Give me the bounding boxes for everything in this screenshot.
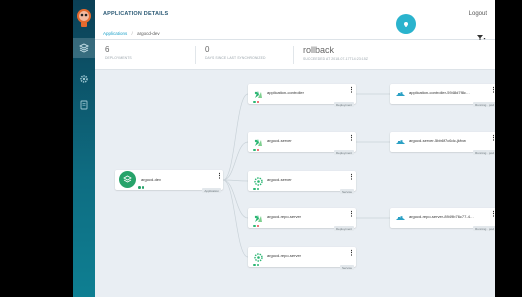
kebab-menu-icon[interactable]: ⋮ [348, 211, 355, 218]
divider [195, 46, 196, 64]
main-content: APPLICATION DETAILS Applications / argoc… [95, 0, 495, 297]
gear-icon [80, 75, 88, 83]
deployment-icon [253, 87, 264, 98]
status-dot [253, 148, 256, 151]
resource-kind-tag: Deployment [333, 150, 354, 155]
tree-edge [222, 179, 249, 219]
service-icon [253, 174, 264, 186]
sidebar-item-help[interactable] [77, 98, 91, 112]
deployments-stat: 6 DEPLOYMENTS [105, 45, 132, 60]
resource-status-icons [253, 187, 259, 190]
divider [293, 46, 294, 64]
sync-button[interactable] [396, 14, 416, 34]
layers-icon [79, 43, 89, 53]
deployment-icon [253, 135, 264, 146]
status-dot [256, 148, 259, 151]
pod-node[interactable]: application-controller-5948d7f8c… ⋮ Runnin… [390, 84, 495, 107]
status-dot [253, 263, 256, 266]
resource-status-icons [253, 148, 259, 151]
status-bar: 6 DEPLOYMENTS 0 DAYS SINCE LAST SYNCHRON… [95, 40, 495, 70]
operation-stat: rollback SUCCEEDED AT 2018-07-17T14:23:1… [303, 45, 368, 61]
breadcrumb-separator: / [131, 31, 133, 36]
pod-node[interactable]: argocd-server-5bb6f7c6dc-jkfvw ⋮ Running ·… [390, 132, 495, 155]
resource-kind-tag: Deployment [333, 226, 354, 231]
replicaset-icon [395, 211, 406, 222]
sync-icon [404, 22, 408, 27]
pod-node-name: argocd-repo-server-8949b76c77-4… [409, 213, 474, 219]
argocd-window: APPLICATION DETAILS Applications / argoc… [73, 0, 495, 297]
status-dot [253, 100, 256, 103]
resource-node[interactable]: application-controller ⋮ Deployment [248, 84, 356, 107]
status-dot [256, 100, 259, 103]
deployments-label: DEPLOYMENTS [105, 56, 132, 60]
status-dot [253, 187, 256, 190]
top-bar: APPLICATION DETAILS Applications / argoc… [95, 0, 495, 41]
replicaset-icon [395, 87, 406, 98]
resource-node[interactable]: argocd-server ⋮ Service [248, 171, 356, 194]
operation-name: rollback [303, 45, 335, 55]
kebab-menu-icon[interactable]: ⋮ [348, 250, 355, 257]
last-synced-stat: 0 DAYS SINCE LAST SYNCHRONIZED [205, 45, 266, 60]
deployments-count: 6 [105, 45, 110, 54]
tree-edge [222, 93, 249, 181]
resource-status-icons [253, 100, 259, 103]
pod-status-tag: Running · pod [473, 150, 495, 155]
pod-node[interactable]: argocd-repo-server-8949b76c77-4… ⋮ Running… [390, 208, 495, 231]
argo-logo-icon[interactable] [76, 4, 92, 30]
resource-node[interactable]: argocd-repo-server ⋮ Deployment [248, 208, 356, 231]
tree-edge [222, 179, 249, 258]
last-synced-label: DAYS SINCE LAST SYNCHRONIZED [205, 56, 266, 60]
app-health-icon [119, 171, 136, 188]
resource-node-name: argocd-server [267, 137, 292, 143]
resource-status-icons [253, 263, 259, 266]
pod-status-tag: Running · pod [473, 102, 495, 107]
service-icon [253, 250, 264, 262]
kebab-menu-icon[interactable]: ⋮ [490, 135, 495, 142]
kebab-menu-icon[interactable]: ⋮ [348, 135, 355, 142]
status-dot [256, 263, 259, 266]
sidebar-item-applications[interactable] [73, 38, 95, 58]
resource-node-name: argocd-repo-server [267, 252, 302, 258]
app-node-name: argocd-dev [141, 177, 162, 182]
last-synced-count: 0 [205, 45, 210, 54]
tree-edge [222, 179, 249, 182]
resource-node-name: argocd-server [267, 176, 292, 182]
breadcrumb-applications-link[interactable]: Applications [103, 31, 127, 36]
pod-status-tag: Running · pod [473, 226, 495, 231]
resource-kind-tag: Deployment [333, 102, 354, 107]
status-dot [253, 224, 256, 227]
kebab-menu-icon[interactable]: ⋮ [216, 173, 223, 180]
resource-node[interactable]: argocd-repo-server ⋮ Service [248, 247, 356, 270]
kebab-menu-icon[interactable]: ⋮ [490, 87, 495, 94]
resource-kind-tag: Service [339, 189, 354, 194]
resource-node-name: application-controller [267, 89, 304, 95]
kebab-menu-icon[interactable]: ⋮ [348, 87, 355, 94]
tree-edge [222, 141, 249, 181]
replicaset-icon [395, 135, 406, 146]
breadcrumb: Applications / argocd-dev [103, 31, 160, 36]
resource-tree: argocd-dev ⋮ Application application-con… [95, 70, 495, 297]
status-dot [256, 187, 259, 190]
sidebar-item-settings[interactable] [77, 72, 91, 86]
kebab-menu-icon[interactable]: ⋮ [490, 211, 495, 218]
app-node-kind-tag: Application [202, 188, 221, 193]
page-title: APPLICATION DETAILS [103, 11, 169, 17]
operation-label: SUCCEEDED AT 2018-07-17T14:23:15Z [303, 57, 368, 61]
book-icon [80, 100, 88, 110]
resource-node[interactable]: argocd-server ⋮ Deployment [248, 132, 356, 155]
resource-kind-tag: Service [339, 265, 354, 270]
app-node[interactable]: argocd-dev ⋮ Application [115, 170, 223, 193]
sidebar [73, 0, 95, 297]
resource-node-name: argocd-repo-server [267, 213, 302, 219]
app-status-icons [138, 186, 144, 189]
breadcrumb-current: argocd-dev [137, 31, 160, 36]
deployment-icon [253, 211, 264, 222]
kebab-menu-icon[interactable]: ⋮ [348, 174, 355, 181]
pod-node-name: argocd-server-5bb6f7c6dc-jkfvw [409, 137, 466, 143]
pod-node-name: application-controller-5948d7f8c… [409, 89, 470, 95]
logout-link[interactable]: Logout [469, 11, 487, 17]
resource-status-icons [253, 224, 259, 227]
status-dot [256, 224, 259, 227]
